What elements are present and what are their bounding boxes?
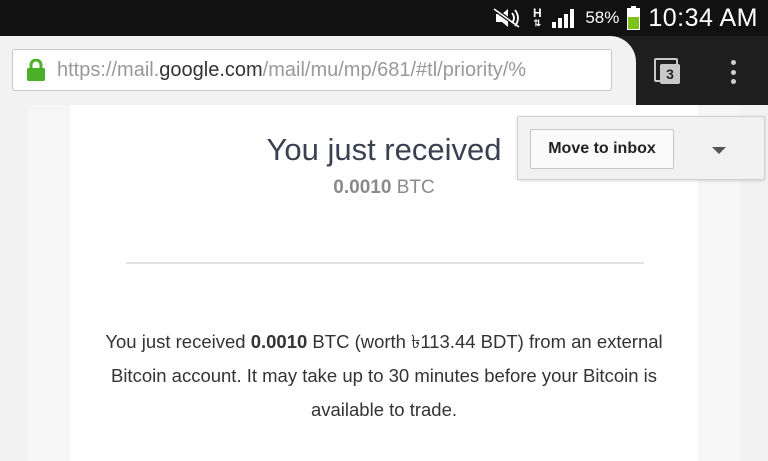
network-type-indicator: H ⇅ — [532, 6, 542, 28]
overflow-menu-icon[interactable] — [722, 56, 744, 88]
battery-icon — [627, 6, 641, 30]
clock: 10:34 AM — [648, 3, 758, 32]
status-bar: H ⇅ 58% 10:34 AM — [0, 0, 768, 36]
divider — [126, 262, 644, 264]
message-actions-panel: Move to inbox — [517, 116, 765, 180]
tab-switcher-button[interactable]: 3 — [652, 56, 686, 88]
amount-summary: 0.0010 BTC — [333, 177, 435, 198]
chevron-down-icon[interactable] — [712, 147, 726, 154]
battery-percent: 58% — [585, 8, 620, 27]
signal-strength-icon — [552, 9, 575, 28]
move-to-inbox-button[interactable]: Move to inbox — [530, 129, 674, 169]
url-text: https://mail.google.com/mail/mu/mp/681/#… — [57, 58, 527, 81]
url-bar[interactable]: https://mail.google.com/mail/mu/mp/681/#… — [12, 49, 612, 91]
tab-count: 3 — [660, 64, 680, 84]
email-message: You just received 0.0010 BTC (worth ৳113… — [105, 331, 663, 420]
lock-icon — [27, 59, 45, 81]
browser-toolbar: https://mail.google.com/mail/mu/mp/681/#… — [0, 36, 768, 105]
omnibox-area: https://mail.google.com/mail/mu/mp/681/#… — [0, 36, 636, 105]
mute-icon — [493, 7, 521, 29]
